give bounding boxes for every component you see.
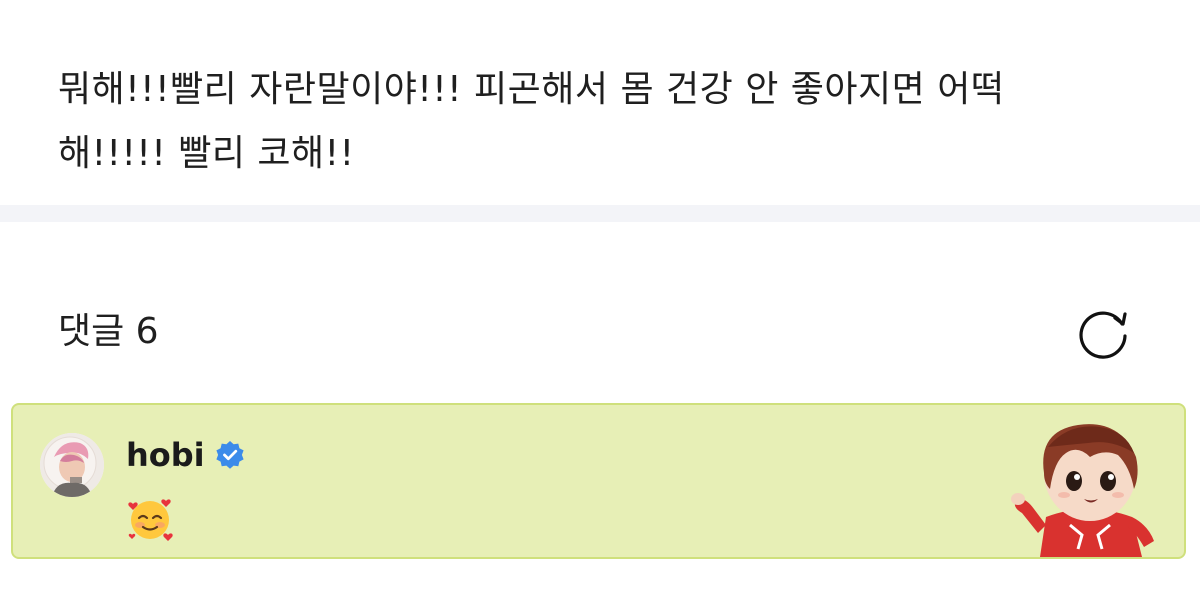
comments-header: 댓글 6	[0, 222, 1200, 402]
refresh-button[interactable]	[1078, 306, 1132, 360]
section-divider	[0, 205, 1200, 222]
author-row: hobi	[126, 433, 245, 477]
post-body: 뭐해!!!빨리 자란말이야!!! 피곤해서 몸 건강 안 좋아지면 어떡 해!!…	[0, 0, 1200, 205]
author-name[interactable]: hobi	[126, 435, 205, 475]
verified-badge-icon	[216, 441, 244, 469]
refresh-icon	[1079, 311, 1127, 359]
avatar[interactable]	[40, 433, 104, 497]
post-text: 뭐해!!!빨리 자란말이야!!! 피곤해서 몸 건강 안 좋아지면 어떡 해!!…	[58, 69, 1005, 174]
comments-count-title: 댓글 6	[58, 311, 159, 352]
comment-card[interactable]: hobi	[11, 403, 1186, 559]
smiling-face-with-hearts-emoji	[128, 499, 173, 541]
avatar-photo	[40, 433, 104, 497]
character-sticker	[1011, 424, 1154, 557]
